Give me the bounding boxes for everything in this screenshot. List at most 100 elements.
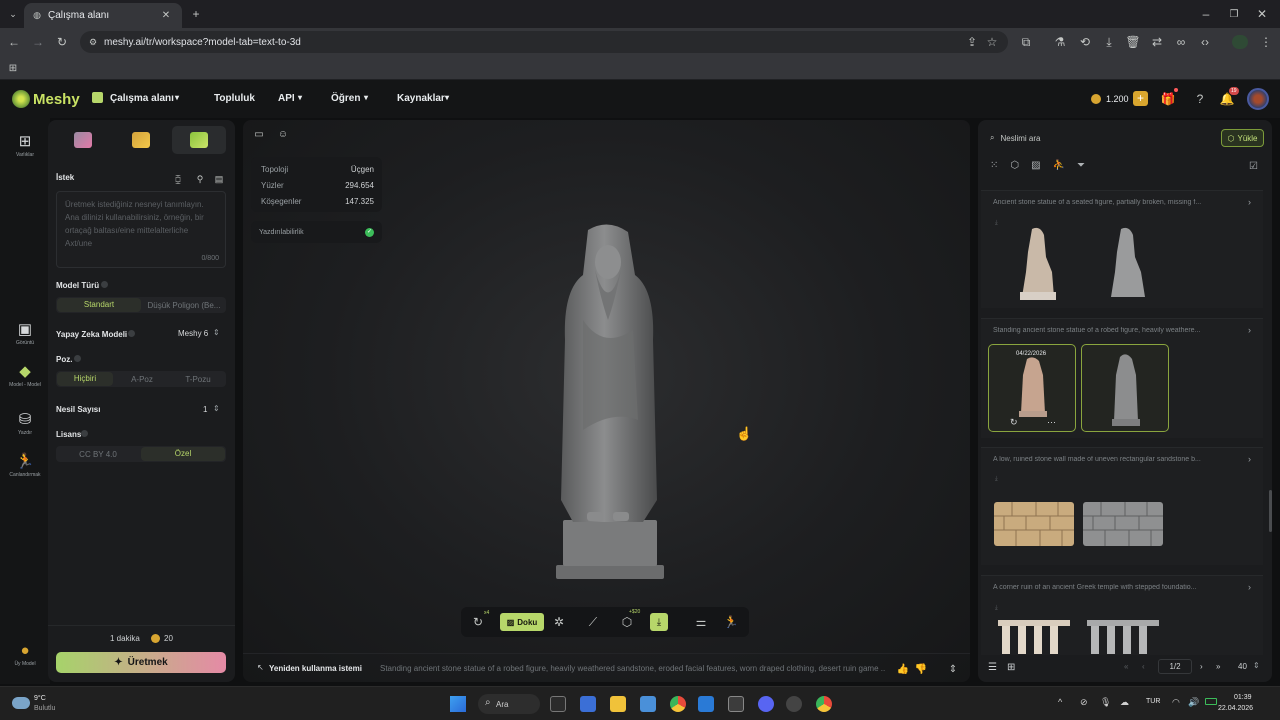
mic-icon[interactable]: 🎙 [1100, 697, 1111, 708]
nav-workspace[interactable]: Çalışma alanı [110, 93, 174, 104]
nav-learn[interactable]: Öğren [331, 93, 360, 104]
regenerate-icon[interactable]: ↻ [1010, 417, 1018, 428]
generate-button[interactable]: ✦ Üretmek [56, 652, 226, 673]
clock-time[interactable]: 01:39 [1234, 694, 1252, 701]
discord-icon[interactable] [758, 696, 774, 712]
window-close-icon[interactable]: ✕ [1254, 6, 1270, 22]
url-field[interactable]: ⚙ meshy.ai/tr/workspace?model-tab=text-t… [80, 31, 1008, 53]
option-a-pose[interactable]: A-Poz [114, 375, 170, 384]
animate-icon[interactable]: 🏃 [723, 614, 739, 630]
printability-check[interactable]: Yazdırılabilirlik ✓ [251, 221, 382, 243]
layout-icon[interactable]: ⧮ [170, 171, 186, 187]
user-avatar[interactable] [1247, 88, 1269, 110]
thumbs-up-icon[interactable]: 👍 [895, 661, 911, 677]
chevron-right-icon[interactable]: › [1248, 582, 1251, 592]
option-t-pose[interactable]: T-Pozu [170, 375, 226, 384]
add-credits-button[interactable]: + [1133, 91, 1148, 106]
grid-view-icon[interactable]: ⁙ [990, 160, 998, 171]
prompt-textarea[interactable]: Üretmek istediğiniz nesneyi tanımlayın. … [56, 191, 226, 268]
option-cc-by[interactable]: CC BY 4.0 [56, 450, 140, 459]
ext-icon-1[interactable]: ⚗ [1052, 34, 1068, 50]
model-viewer[interactable]: ▭ ☺ Topoloji Üçgen Yüzler 294.654 Köşegenl… [243, 120, 970, 682]
asset-group[interactable]: A low, ruined stone wall made of uneven … [981, 447, 1263, 565]
asset-thumbnail[interactable] [992, 217, 1080, 305]
volume-icon[interactable]: 🔊 [1188, 697, 1199, 708]
minimize-icon[interactable]: – [1198, 6, 1214, 22]
regenerate-icon[interactable]: ↻ [470, 614, 486, 630]
last-page-icon[interactable]: » [1216, 662, 1220, 671]
download-button[interactable]: ⤓ [650, 613, 668, 631]
link-icon[interactable]: ∞ [1173, 34, 1189, 50]
option-none[interactable]: Hiçbiri [57, 372, 113, 386]
texture-button[interactable]: ▨ Doku [500, 613, 544, 631]
asset-thumbnail[interactable] [992, 474, 1080, 562]
asset-group[interactable]: Standing ancient stone statue of a robed… [981, 318, 1263, 438]
asset-group[interactable]: A corner ruin of an ancient Greek temple… [981, 575, 1263, 655]
tray-chevron-icon[interactable]: ^ [1058, 697, 1062, 707]
close-tab-icon[interactable]: ✕ [158, 8, 174, 24]
tab-text-to-3d[interactable] [172, 126, 226, 154]
file-explorer-icon[interactable] [610, 696, 626, 712]
cloud-tray-icon[interactable]: ☁ [1120, 697, 1129, 708]
asset-thumbnail[interactable] [992, 602, 1080, 654]
search-input[interactable]: ⌕ Neslimi ara [990, 129, 1195, 147]
asset-thumbnail[interactable] [1081, 217, 1169, 305]
next-page-icon[interactable]: › [1200, 662, 1203, 671]
windows-start-icon[interactable] [450, 696, 466, 712]
rig-filter-icon[interactable]: ⛹ [1053, 160, 1065, 171]
app-icon[interactable] [728, 696, 744, 712]
language-indicator[interactable]: TUR [1146, 698, 1160, 705]
option-standard[interactable]: Standart [57, 298, 141, 312]
trash-icon[interactable]: 🗑 [1125, 34, 1141, 50]
grid-view-icon[interactable]: ⊞ [1007, 662, 1015, 673]
rail-image[interactable]: ▣ Görüntü [0, 320, 50, 346]
asset-thumbnail[interactable] [1081, 602, 1169, 654]
upload-button[interactable]: ⬡ Yükle [1221, 129, 1264, 147]
select-mode-icon[interactable]: ☑ [1249, 161, 1258, 172]
rail-model[interactable]: ◆ Model - Model [0, 362, 50, 388]
reload-icon[interactable]: ↻ [54, 34, 70, 50]
chevron-right-icon[interactable]: › [1248, 454, 1251, 464]
monitor-icon[interactable]: ▭ [251, 126, 267, 142]
more-icon[interactable]: ⋯ [1047, 417, 1056, 428]
nav-community[interactable]: Topluluk [214, 93, 255, 104]
apps-grid-icon[interactable]: ⊞ [5, 60, 21, 76]
extensions-icon[interactable]: ⧉ [1018, 34, 1034, 50]
battery-icon[interactable] [1205, 698, 1217, 705]
texture-filter-icon[interactable]: ▨ [1031, 160, 1040, 171]
brush-icon[interactable]: ⟋ [585, 614, 601, 630]
option-private[interactable]: Özel [141, 447, 225, 461]
vscode-icon[interactable] [698, 696, 714, 712]
gift-icon[interactable]: 🎁 [1160, 91, 1176, 107]
asset-thumbnail[interactable] [1081, 344, 1169, 432]
clock-date[interactable]: 22.04.2026 [1218, 705, 1253, 712]
task-view-icon[interactable] [550, 696, 566, 712]
taskbar-search[interactable]: ⌕ Ara [478, 694, 540, 714]
option-low-poly[interactable]: Düşük Poligon (Be... [142, 301, 226, 310]
forward-icon[interactable]: → [30, 34, 46, 50]
rail-assets[interactable]: ⊞ Varlıklar [0, 132, 50, 158]
list-view-icon[interactable]: ☰ [988, 662, 997, 673]
chevron-right-icon[interactable]: › [1248, 197, 1251, 207]
app-icon[interactable] [786, 696, 802, 712]
store-icon[interactable] [580, 696, 596, 712]
statue-model[interactable] [543, 220, 673, 580]
rail-game-model[interactable]: ● Üy Model [0, 642, 50, 667]
first-page-icon[interactable]: « [1124, 662, 1128, 671]
scrollbar-thumb[interactable] [1269, 490, 1272, 532]
bookmark-star-icon[interactable]: ☆ [984, 34, 1000, 50]
funnel-icon[interactable]: ⏷ [1077, 160, 1085, 171]
thumbs-down-icon[interactable]: 👎 [913, 661, 929, 677]
ai-model-select[interactable]: Meshy 6 [178, 329, 208, 338]
asset-thumbnail-selected[interactable]: 04/22/2026 ↻ ⋯ [988, 344, 1076, 432]
restore-icon[interactable]: ❐ [1226, 6, 1242, 22]
download-icon[interactable]: ⤓ [1101, 34, 1117, 50]
help-icon[interactable]: ? [1192, 91, 1208, 107]
translate-icon[interactable]: ⇄ [1149, 34, 1165, 50]
rail-print[interactable]: ⛁ Yazdır [0, 410, 50, 436]
wifi-icon[interactable]: ◠ [1172, 697, 1180, 708]
remesh-icon[interactable]: ✲ [551, 614, 567, 630]
prev-page-icon[interactable]: ‹ [1142, 662, 1145, 671]
export-icon[interactable]: ⬡ [619, 614, 635, 630]
meshy-logo-icon[interactable] [12, 90, 30, 108]
